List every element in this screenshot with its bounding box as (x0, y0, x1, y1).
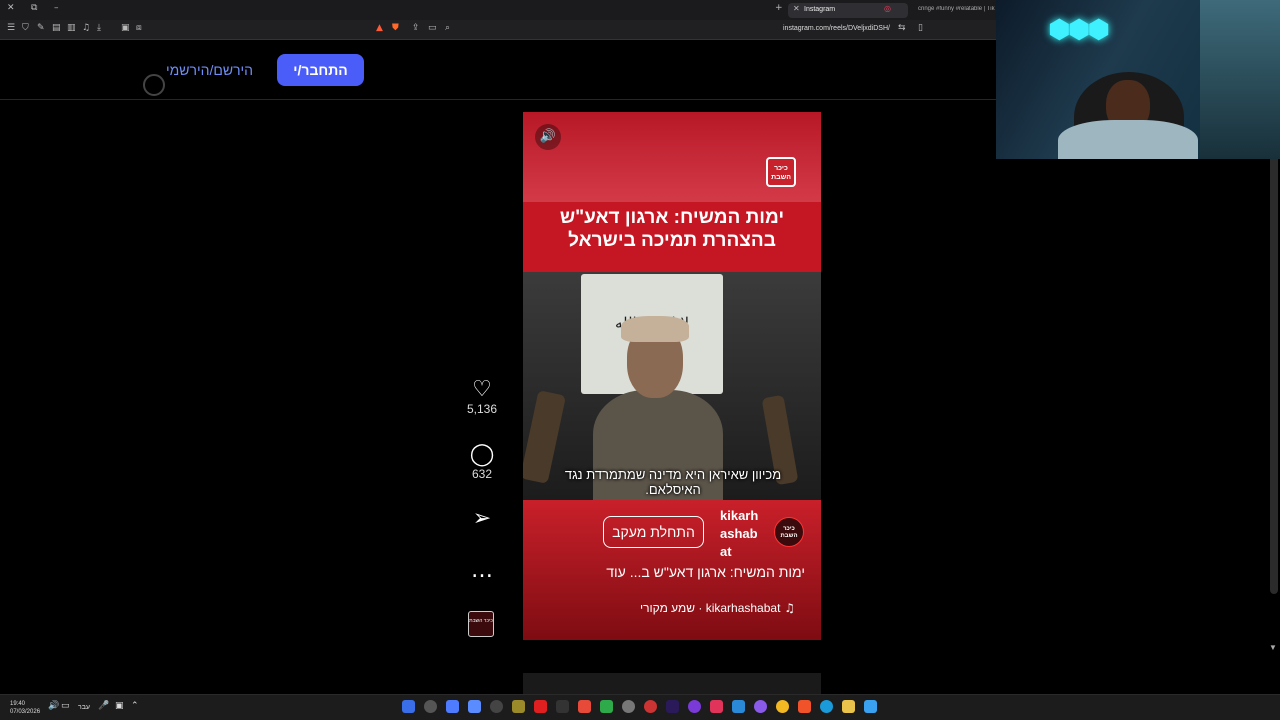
app-icon-9[interactable] (578, 700, 591, 713)
mic-icon[interactable]: 🎤 (98, 701, 109, 711)
tab-tiktok[interactable]: cringe #funny #relatable | TikT (918, 6, 998, 12)
more-icon[interactable]: … (462, 559, 502, 583)
app-icon-7[interactable] (534, 700, 547, 713)
premiere-icon[interactable] (666, 700, 679, 713)
close-tab-icon[interactable]: ✕ (793, 4, 800, 13)
extensions-icon[interactable]: ⧈ (136, 23, 142, 33)
taskbar: 19:40 07/03/2026 🔊 ▭ עבר 🎤 ▣ ⌃ (0, 694, 1280, 720)
scroll-down-icon[interactable]: ▼ (1269, 643, 1277, 652)
close-window-icon[interactable]: ✕ (7, 3, 15, 13)
app-icon-2[interactable] (424, 700, 437, 713)
app-icon-5[interactable] (490, 700, 503, 713)
app-icon-6[interactable] (512, 700, 525, 713)
follow-button[interactable]: התחלת מעקב (603, 516, 704, 548)
sidebar-icon[interactable]: ▥ (67, 23, 76, 33)
clock-time: 19:40 (10, 701, 26, 707)
app-icon-15[interactable] (710, 700, 723, 713)
tab-label: Instagram (804, 6, 836, 13)
wallet-icon[interactable]: ▣ (121, 23, 130, 33)
speaker-hat (621, 316, 689, 342)
video-frame: لا إله إلا الله מכיוון שאיראן היא מדינה … (523, 272, 821, 500)
more-action: … (462, 559, 502, 583)
share-icon[interactable]: ⇪ (412, 23, 420, 33)
warning-icon[interactable]: ▲ (376, 23, 383, 33)
reel-headline: ימות המשיח: ארגון דאע"ש בהצהרת תמיכה ביש… (559, 207, 785, 251)
signup-link[interactable]: הירשם/הירשמי (166, 62, 253, 78)
rifle-left (523, 390, 567, 484)
network-icon[interactable]: ▭ (61, 701, 70, 711)
chrome-icon[interactable] (776, 700, 789, 713)
header-divider (0, 99, 996, 100)
loading-spinner (143, 74, 165, 96)
bookmark-icon[interactable]: ▯ (918, 23, 923, 33)
app-icon-14[interactable] (688, 700, 701, 713)
music-icon[interactable]: ♫ (82, 23, 90, 33)
username-link[interactable]: kikarhashabat (720, 507, 762, 561)
screen-icon[interactable]: ▭ (428, 23, 437, 33)
app-icon-1[interactable] (402, 700, 415, 713)
send-icon[interactable]: ➢ (462, 507, 502, 531)
download-icon[interactable]: ⤓ (97, 23, 101, 33)
audio-thumbnail[interactable]: כיכר השבת (468, 611, 494, 637)
new-tab-icon[interactable]: + (775, 3, 783, 13)
like-count: 5,136 (466, 402, 498, 416)
comment-icon[interactable]: ◯ (462, 443, 502, 467)
headline-band: ימות המשיח: ארגון דאע"ש בהצהרת תמיכה ביש… (523, 202, 821, 272)
video-subtitle: מכיוון שאיראן היא מדינה שמתמרדת נגד האיס… (564, 467, 782, 497)
minimize-icon[interactable]: – (54, 3, 59, 13)
channel-logo: כיכר השבת (766, 157, 796, 187)
reel-top-banner: 🔊 כיכר השבת (523, 112, 821, 202)
comment-action: ◯ 632 (462, 443, 502, 482)
chevron-up-icon[interactable]: ⌃ (131, 701, 139, 711)
audio-label: kikarhashabat · שמע מקורי (639, 601, 781, 615)
login-button[interactable]: התחבר/י (277, 54, 364, 86)
like-action: ♡ 5,136 (462, 378, 502, 417)
webcam-overlay: ⬢⬢⬢ (996, 0, 1280, 159)
reel-caption[interactable]: ימות המשיח: ארגון דאע"ש ב... עוד (533, 564, 805, 580)
app-icon-17[interactable] (754, 700, 767, 713)
webcam-window-light (1200, 0, 1280, 159)
restore-icon[interactable]: ⧉ (31, 3, 37, 13)
taskbar-clock[interactable]: 19:40 07/03/2026 (10, 700, 40, 716)
hexagon-lights: ⬢⬢⬢ (1048, 14, 1110, 44)
zoom-icon[interactable]: ⌕ (445, 23, 450, 33)
tabs-icon[interactable]: ▤ (52, 23, 61, 33)
url-bar[interactable]: instagram.com/reels/DVeljxdiDSH/ (783, 25, 890, 32)
music-note-icon: ♫ (780, 601, 795, 615)
comment-count: 632 (471, 467, 493, 481)
scrollbar[interactable] (1270, 118, 1278, 594)
settings-icon[interactable] (622, 700, 635, 713)
reel-info: התחלת מעקב kikarhashabat כיכר השבת ימות … (523, 500, 821, 640)
instagram-icon: ◎ (884, 4, 891, 13)
tray-icon[interactable]: ▣ (115, 701, 124, 711)
app-icon-10[interactable] (600, 700, 613, 713)
language-indicator[interactable]: עבר (78, 704, 90, 711)
avatar[interactable]: כיכר השבת (774, 517, 804, 547)
menu-icon[interactable]: ☰ (7, 23, 15, 33)
share-action: ➢ (462, 507, 502, 531)
folder-icon[interactable] (842, 700, 855, 713)
app-icon-4[interactable] (468, 700, 481, 713)
shield-icon[interactable]: ⛉ (22, 23, 29, 33)
heart-icon[interactable]: ♡ (462, 378, 502, 402)
edge-icon[interactable] (820, 700, 833, 713)
brave-shield-icon[interactable]: ⛊ (392, 23, 399, 33)
app-icon-12[interactable] (644, 700, 657, 713)
app-icon-16[interactable] (732, 700, 745, 713)
windows-icon[interactable] (864, 700, 877, 713)
translate-icon[interactable]: ⇆ (898, 23, 906, 33)
reel-video[interactable]: 🔊 כיכר השבת ימות המשיח: ארגון דאע"ש בהצה… (523, 112, 821, 640)
pin-icon[interactable]: ✎ (37, 23, 45, 33)
app-icon-3[interactable] (446, 700, 459, 713)
speaker-icon[interactable]: 🔊 (535, 124, 561, 150)
clock-date: 07/03/2026 (10, 709, 41, 715)
brave-icon[interactable] (798, 700, 811, 713)
streamer-hoodie (1058, 120, 1198, 159)
volume-icon[interactable]: 🔊 (48, 701, 59, 711)
tab-instagram[interactable]: ✕ Instagram ◎ (788, 3, 908, 18)
audio-link[interactable]: ♫ kikarhashabat · שמע מקורי (563, 601, 795, 615)
app-icon-8[interactable] (556, 700, 569, 713)
